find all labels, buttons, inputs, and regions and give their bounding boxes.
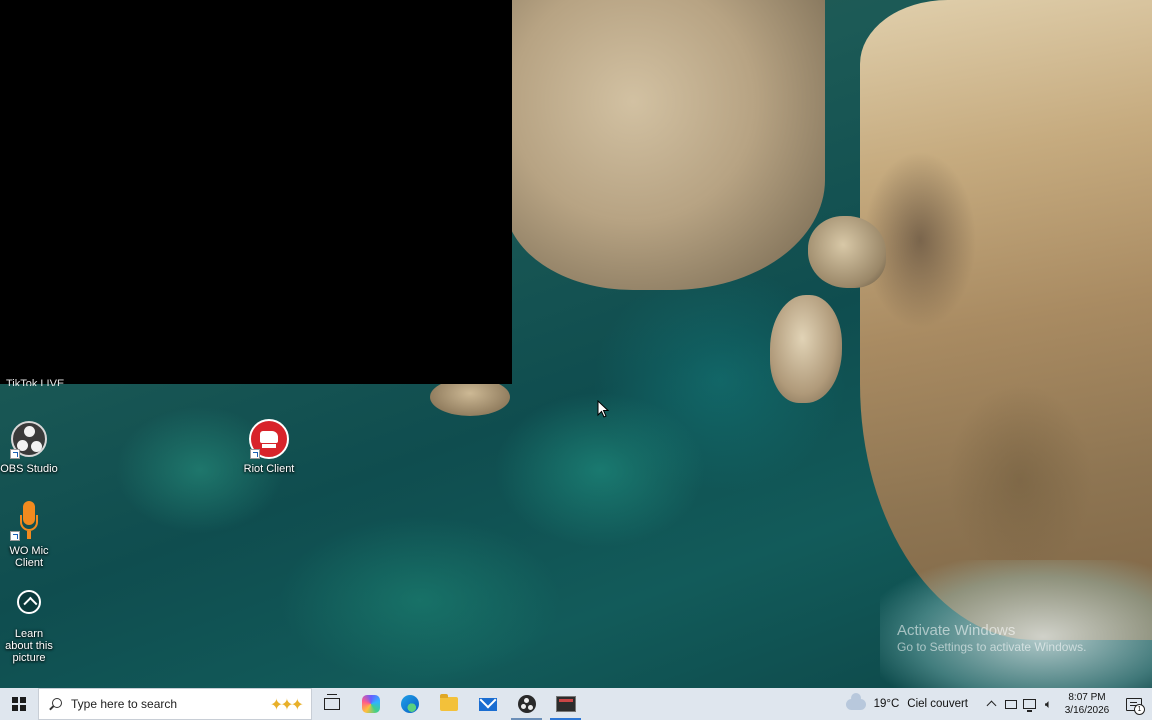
shortcut-arrow-icon bbox=[250, 449, 260, 459]
desktop-icon-obs-studio[interactable]: OBS Studio bbox=[0, 419, 64, 475]
desktop-icon-label: Learn about this picture bbox=[5, 628, 53, 664]
shortcut-arrow-icon bbox=[10, 531, 20, 541]
taskbar-mail-button[interactable] bbox=[468, 688, 507, 720]
desktop-icon-riot-client[interactable]: Riot Client bbox=[234, 419, 304, 475]
wallpaper-rock bbox=[808, 216, 886, 288]
monitor-icon bbox=[1004, 699, 1017, 709]
clock-time: 8:07 PM bbox=[1068, 692, 1106, 703]
search-highlights-icon[interactable]: ✦✦✦ bbox=[270, 695, 304, 715]
taskbar-active-window-button[interactable] bbox=[546, 688, 585, 720]
taskbar-file-explorer-button[interactable] bbox=[429, 688, 468, 720]
desktop-icon-label: OBS Studio bbox=[0, 463, 58, 475]
taskbar-obs-button[interactable] bbox=[507, 688, 546, 720]
taskbar-copilot-button[interactable] bbox=[351, 688, 390, 720]
desktop-icon-label-partial: TikTok LIVE bbox=[6, 379, 65, 386]
black-window[interactable] bbox=[0, 0, 512, 384]
desktop-icon-label: WO Mic Client bbox=[9, 545, 49, 569]
shortcut-arrow-icon bbox=[10, 449, 20, 459]
task-view-icon bbox=[323, 694, 340, 710]
notification-count-badge: 1 bbox=[1134, 704, 1145, 715]
speaker-icon: 🔈︎ bbox=[1044, 696, 1053, 711]
tray-network-button[interactable] bbox=[1020, 688, 1039, 720]
obs-icon bbox=[517, 695, 536, 713]
weather-temperature: 19°C bbox=[873, 698, 900, 710]
desktop-icon-wo-mic-client[interactable]: WO Mic Client bbox=[0, 501, 64, 569]
taskbar-task-view-button[interactable] bbox=[312, 688, 351, 720]
window-icon bbox=[555, 696, 576, 712]
clock-date: 3/16/2026 bbox=[1064, 705, 1110, 716]
cloudy-weather-icon bbox=[845, 690, 866, 710]
desktop-icon-learn-about-picture[interactable]: Learn about this picture bbox=[0, 584, 64, 664]
tray-display-button[interactable] bbox=[1001, 688, 1020, 720]
activation-watermark-subtitle: Go to Settings to activate Windows. bbox=[897, 640, 1087, 654]
wallpaper-cliff bbox=[860, 0, 1152, 640]
folder-icon bbox=[439, 694, 458, 711]
taskbar-clock[interactable]: 8:07 PM 3/16/2026 bbox=[1058, 691, 1116, 717]
desktop-icon-label: Riot Client bbox=[243, 463, 295, 475]
tray-volume-button[interactable]: 🔈︎ bbox=[1039, 688, 1058, 720]
weather-condition: Ciel couvert bbox=[907, 698, 968, 710]
search-icon bbox=[49, 697, 62, 711]
learn-picture-icon bbox=[9, 584, 49, 624]
chevron-up-icon bbox=[986, 700, 997, 711]
activation-watermark-title: Activate Windows bbox=[897, 622, 1016, 639]
mouse-cursor-icon bbox=[597, 400, 609, 418]
show-hidden-icons-button[interactable] bbox=[982, 688, 1001, 720]
mail-icon bbox=[478, 697, 497, 711]
copilot-icon bbox=[361, 695, 380, 713]
windows-logo-icon bbox=[12, 697, 26, 711]
search-placeholder: Type here to search bbox=[71, 697, 178, 711]
wallpaper-rock bbox=[770, 295, 842, 403]
taskbar: Type here to search ✦✦✦ 19°C Ciel couver… bbox=[0, 688, 1152, 720]
wallpaper-rock bbox=[505, 0, 825, 290]
weather-widget[interactable]: 19°C Ciel couvert bbox=[845, 690, 968, 710]
taskbar-search-box[interactable]: Type here to search ✦✦✦ bbox=[38, 688, 312, 720]
network-icon bbox=[1023, 699, 1036, 712]
obs-icon bbox=[9, 419, 49, 459]
notification-center-button[interactable]: 1 bbox=[1116, 688, 1152, 720]
riot-client-icon bbox=[249, 419, 289, 459]
taskbar-edge-button[interactable] bbox=[390, 688, 429, 720]
start-button[interactable] bbox=[0, 688, 38, 720]
microphone-icon bbox=[9, 501, 49, 541]
edge-icon bbox=[400, 695, 419, 713]
